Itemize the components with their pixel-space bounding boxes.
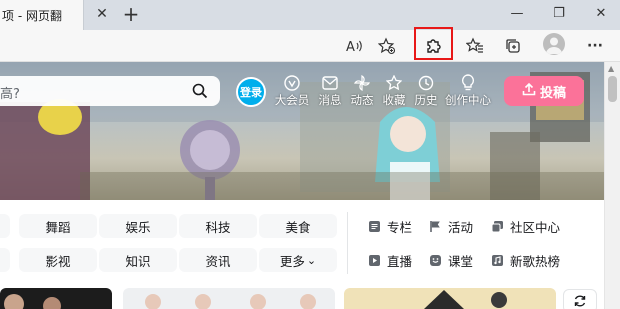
side-link-label: 课堂 <box>448 253 474 269</box>
classroom-icon <box>428 253 442 267</box>
page-scrollbar[interactable]: ▲ <box>604 62 620 309</box>
side-link-label: 社区中心 <box>510 219 561 235</box>
header-banner: 高? 登录 大会员 消息 动态 收藏 历史 创作中心 投稿 <box>0 62 604 200</box>
video-card-thumbnail[interactable] <box>123 288 335 309</box>
side-link-label: 新歌热榜 <box>510 253 561 269</box>
tab-close-icon[interactable]: ✕ <box>94 6 110 22</box>
login-button[interactable]: 登录 <box>236 77 266 107</box>
channel-food[interactable]: 美食 <box>259 214 337 238</box>
channel-more-label: 更多 <box>279 253 305 269</box>
video-card-thumbnail[interactable] <box>344 288 556 309</box>
live-icon <box>367 253 381 267</box>
channel-partial[interactable] <box>0 248 10 272</box>
collections-icon[interactable] <box>502 35 524 57</box>
music-icon <box>490 253 504 267</box>
browser-toolbar: A ··· <box>0 30 620 62</box>
refresh-button[interactable] <box>563 289 597 309</box>
side-link-column[interactable]: 专栏 <box>367 216 412 236</box>
nav-label: 历史 <box>414 93 438 107</box>
search-box[interactable]: 高? <box>0 76 220 106</box>
search-input[interactable]: 高? <box>0 83 20 102</box>
channel-knowledge[interactable]: 知识 <box>99 248 177 272</box>
channel-section: 舞蹈 娱乐 科技 美食 影视 知识 资讯 更多 ⌄ 专栏 活动 社区中心 直播 <box>0 200 604 286</box>
video-card-thumbnail[interactable] <box>0 288 112 309</box>
side-link-activity[interactable]: 活动 <box>428 216 473 236</box>
browser-tab[interactable]: 项 - 网页翻 <box>0 0 84 30</box>
side-link-community[interactable]: 社区中心 <box>490 216 560 236</box>
activity-icon <box>428 219 442 233</box>
scroll-thumb[interactable] <box>608 76 617 102</box>
history-icon <box>402 73 450 93</box>
side-link-classroom[interactable]: 课堂 <box>428 250 473 270</box>
upload-button[interactable]: 投稿 <box>504 76 584 106</box>
side-link-music[interactable]: 新歌热榜 <box>490 250 560 270</box>
profile-avatar[interactable] <box>543 33 565 55</box>
side-link-label: 直播 <box>387 253 413 269</box>
channel-dance[interactable]: 舞蹈 <box>19 214 97 238</box>
restore-button[interactable]: ❐ <box>550 5 568 23</box>
highlight-box <box>414 27 453 60</box>
svg-text:A: A <box>346 40 355 54</box>
add-favorite-icon[interactable] <box>376 35 398 57</box>
nav-creator[interactable]: 创作中心 <box>444 73 492 109</box>
refresh-icon <box>574 295 586 307</box>
nav-label: 创作中心 <box>445 93 491 107</box>
side-link-label: 活动 <box>448 219 474 235</box>
read-aloud-icon[interactable]: A <box>343 35 365 57</box>
browser-window: 项 - 网页翻 ✕ + — ❐ ✕ A ··· 高? 登录 大会员 消息 动态 … <box>0 0 620 309</box>
channel-more[interactable]: 更多 ⌄ <box>259 248 337 272</box>
community-icon <box>490 219 504 233</box>
scroll-up-icon[interactable]: ▲ <box>608 64 614 73</box>
section-divider <box>347 212 348 274</box>
creator-icon <box>444 73 492 93</box>
side-link-label: 专栏 <box>387 219 413 235</box>
close-window-button[interactable]: ✕ <box>592 5 610 23</box>
favorites-icon[interactable] <box>464 35 486 57</box>
nav-history[interactable]: 历史 <box>402 73 450 109</box>
tab-title: 项 - 网页翻 <box>2 9 62 23</box>
column-icon <box>367 219 381 233</box>
new-tab-button[interactable]: + <box>122 3 140 25</box>
channel-partial[interactable] <box>0 214 10 238</box>
upload-label: 投稿 <box>539 85 566 101</box>
search-icon[interactable] <box>188 80 212 102</box>
channel-news[interactable]: 资讯 <box>179 248 257 272</box>
channel-entertainment[interactable]: 娱乐 <box>99 214 177 238</box>
settings-more-icon[interactable]: ··· <box>584 35 606 57</box>
minimize-button[interactable]: — <box>508 5 526 23</box>
channel-film[interactable]: 影视 <box>19 248 97 272</box>
chevron-down-icon: ⌄ <box>306 253 317 267</box>
upload-icon <box>522 82 536 100</box>
side-link-live[interactable]: 直播 <box>367 250 412 270</box>
channel-tech[interactable]: 科技 <box>179 214 257 238</box>
tab-strip: 项 - 网页翻 ✕ + — ❐ ✕ <box>0 0 620 30</box>
